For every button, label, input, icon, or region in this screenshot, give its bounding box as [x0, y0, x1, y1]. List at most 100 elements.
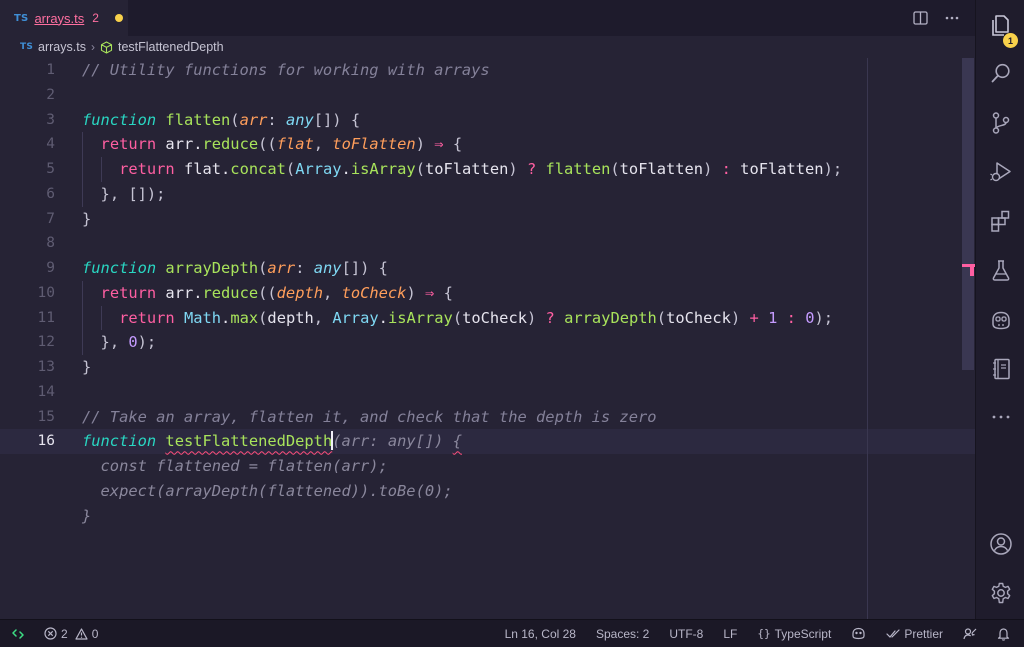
language-mode[interactable]: {} TypeScript: [757, 627, 831, 641]
tab-arrays-ts[interactable]: TS arrays.ts 2: [0, 0, 128, 36]
code-line[interactable]: 5 return flat.concat(Array.isArray(toFla…: [0, 157, 975, 182]
code-line-current[interactable]: 16 function testFlattenedDepth(arr: any[]…: [0, 429, 975, 454]
accounts-button[interactable]: [976, 524, 1024, 564]
copilot-status[interactable]: [851, 627, 866, 640]
encoding[interactable]: UTF-8: [669, 627, 703, 641]
code-line[interactable]: 8: [0, 231, 975, 256]
breadcrumb-file[interactable]: arrays.ts: [38, 40, 86, 54]
line-number: 6: [46, 185, 55, 202]
line-number: 3: [46, 111, 55, 128]
line-number: 9: [46, 260, 55, 276]
breadcrumb-symbol[interactable]: testFlattenedDepth: [118, 40, 224, 54]
double-check-icon: [886, 628, 900, 639]
copilot-button[interactable]: [976, 300, 1024, 340]
code-line[interactable]: 11 return Math.max(depth, Array.isArray(…: [0, 305, 975, 331]
code-text: return flat.concat(Array.isArray(toFlatt…: [119, 160, 843, 178]
code-text: function arrayDepth(arr: any[]) {: [82, 259, 388, 277]
explorer-button[interactable]: 1: [976, 5, 1024, 48]
code-line-suggestion[interactable]: }: [0, 504, 975, 529]
testing-button[interactable]: [976, 250, 1024, 290]
extensions-button[interactable]: [976, 201, 1024, 241]
tab-problem-count: 2: [92, 11, 99, 25]
error-marker: [970, 264, 974, 276]
code-text: // Utility functions for working with ar…: [82, 61, 490, 79]
problems-indicator[interactable]: 2 0: [44, 620, 98, 647]
formatter-status[interactable]: Prettier: [886, 627, 943, 641]
more-views-button[interactable]: [976, 397, 1024, 437]
column-ruler: [867, 58, 868, 619]
flask-icon: [990, 258, 1012, 282]
line-number: 16: [37, 433, 55, 450]
search-button[interactable]: [976, 53, 1024, 93]
code-line[interactable]: 9 function arrayDepth(arr: any[]) {: [0, 256, 975, 281]
code-line[interactable]: 1 // Utility functions for working with a…: [0, 58, 975, 83]
code-line[interactable]: 15 // Take an array, flatten it, and chec…: [0, 405, 975, 430]
code-line[interactable]: 14: [0, 380, 975, 405]
code-line[interactable]: 4 return arr.reduce((flat, toFlatten) ⇒ …: [0, 132, 975, 157]
formatter-label: Prettier: [904, 626, 943, 641]
line-number: 10: [37, 284, 55, 301]
code-line-suggestion[interactable]: const flattened = flatten(arr);: [0, 454, 975, 479]
code-line[interactable]: 13}: [0, 355, 975, 380]
split-editor-icon[interactable]: [911, 9, 929, 27]
indentation[interactable]: Spaces: 2: [596, 627, 649, 641]
explorer-badge: 1: [1003, 33, 1018, 48]
code-text: const flattened = flatten(arr);: [82, 457, 388, 475]
feedback-icon: [963, 627, 977, 641]
code-line-suggestion[interactable]: expect(arrayDepth(flattened)).toBe(0);: [0, 479, 975, 504]
notifications-button[interactable]: [997, 627, 1010, 641]
warning-icon: [75, 627, 88, 640]
run-debug-button[interactable]: [976, 152, 1024, 192]
unsaved-dot-icon[interactable]: [114, 14, 123, 22]
code-line[interactable]: 2: [0, 83, 975, 108]
code-text: }: [82, 506, 92, 525]
ellipsis-icon: [991, 415, 1011, 419]
tab-label: arrays.ts: [34, 10, 85, 26]
notebook-icon: [990, 357, 1012, 381]
status-bar: 2 0 Ln 16, Col 28 Spaces: 2 UTF-8 LF {} …: [0, 619, 1024, 647]
line-number: 15: [37, 408, 55, 425]
remote-button[interactable]: [0, 620, 36, 647]
code-line[interactable]: 7}: [0, 207, 975, 232]
line-number: 1: [46, 62, 55, 78]
code-text: function flatten(arr: any[]) {: [82, 110, 361, 129]
code-line[interactable]: 10 return arr.reduce((depth, toCheck) ⇒ …: [0, 280, 975, 306]
code-line[interactable]: 12 }, 0);: [0, 330, 975, 355]
code-line[interactable]: 3 function flatten(arr: any[]) {: [0, 108, 975, 133]
editor-actions: [911, 9, 961, 27]
braces-icon: {}: [757, 627, 771, 640]
end-of-line[interactable]: LF: [723, 627, 737, 641]
cursor-position[interactable]: Ln 16, Col 28: [505, 627, 576, 641]
code-text: // Take an array, flatten it, and check …: [82, 407, 657, 426]
error-count: 2: [61, 626, 68, 641]
source-control-button[interactable]: [976, 103, 1024, 143]
status-right: Ln 16, Col 28 Spaces: 2 UTF-8 LF {} Type…: [505, 620, 1010, 647]
error-icon: [44, 627, 57, 640]
code-text: }, 0);: [100, 333, 157, 352]
gear-icon: [989, 581, 1013, 605]
code-text: return arr.reduce((depth, toCheck) ⇒ {: [100, 283, 453, 302]
account-icon: [989, 532, 1013, 556]
more-actions-icon[interactable]: [943, 9, 961, 27]
code-text: }: [82, 209, 92, 228]
code-text: function testFlattenedDepth(arr: any[]) …: [82, 431, 462, 451]
warning-count: 0: [91, 626, 99, 641]
scrollbar-thumb[interactable]: [962, 58, 974, 370]
bell-icon: [997, 627, 1010, 641]
feedback-button[interactable]: [963, 627, 977, 641]
language-label: TypeScript: [774, 626, 832, 641]
method-cube-icon: [100, 40, 113, 54]
line-number: 14: [37, 383, 55, 400]
line-number: 13: [37, 359, 55, 375]
typescript-file-icon: TS: [20, 42, 34, 52]
notebook-button[interactable]: [976, 349, 1024, 389]
editor-area: TS arrays.ts 2 TS arrays.ts › testFlatte…: [0, 0, 975, 619]
tab-bar: TS arrays.ts 2: [0, 0, 975, 36]
code-editor[interactable]: 1 // Utility functions for working with a…: [0, 58, 975, 528]
code-line[interactable]: 6 }, []);: [0, 181, 975, 207]
code-text: }: [82, 358, 92, 376]
settings-button[interactable]: [976, 573, 1024, 613]
remote-icon: [11, 627, 25, 641]
breadcrumb: TS arrays.ts › testFlattenedDepth: [0, 36, 975, 58]
code-text: return Math.max(depth, Array.isArray(toC…: [119, 308, 834, 327]
